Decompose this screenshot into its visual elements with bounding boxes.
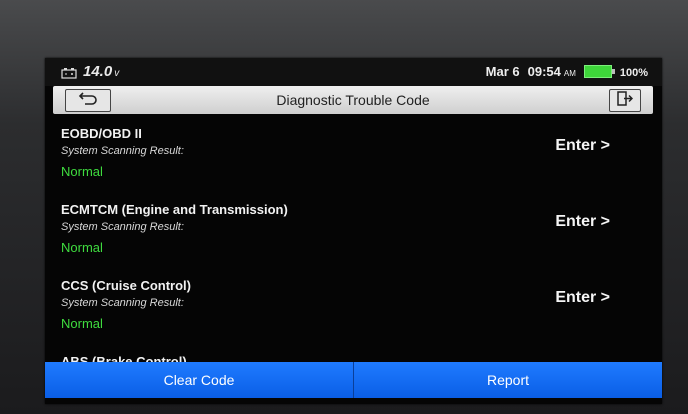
item-subtitle: System Scanning Result: <box>61 297 184 309</box>
date-text: Mar 6 <box>485 64 520 79</box>
battery-icon <box>583 65 615 78</box>
enter-button[interactable]: Enter > <box>555 137 610 155</box>
enter-button[interactable]: Enter > <box>555 289 610 307</box>
clear-code-button[interactable]: Clear Code <box>45 362 353 398</box>
exit-icon <box>617 90 634 111</box>
item-subtitle: System Scanning Result: <box>61 145 184 157</box>
item-title: CCS (Cruise Control) <box>61 278 191 293</box>
item-title: EOBD/OBD II <box>61 126 142 141</box>
bottom-action-bar: Clear Code Report <box>45 362 662 398</box>
battery-percent: 100% <box>619 67 648 79</box>
device-screen: 14.0 v Mar 6 09:54 AM 100% Diagnostic Tro… <box>45 58 662 404</box>
item-status: Normal <box>61 316 103 331</box>
system-list: EOBD/OBD II System Scanning Result: Norm… <box>45 118 662 366</box>
item-subtitle: System Scanning Result: <box>61 221 184 233</box>
time-text: 09:54 <box>527 64 561 79</box>
status-bar: 14.0 v Mar 6 09:54 AM 100% <box>45 58 662 86</box>
ampm-text: AM <box>563 69 576 78</box>
list-item-ccs[interactable]: CCS (Cruise Control) System Scanning Res… <box>45 270 662 345</box>
list-item-eobd[interactable]: EOBD/OBD II System Scanning Result: Norm… <box>45 118 662 193</box>
exit-button[interactable] <box>609 89 641 112</box>
item-title: ECMTCM (Engine and Transmission) <box>61 202 288 217</box>
report-button[interactable]: Report <box>353 362 662 398</box>
list-item-ecmtcm[interactable]: ECMTCM (Engine and Transmission) System … <box>45 194 662 269</box>
status-right: Mar 6 09:54 AM 100% <box>486 64 648 79</box>
title-bar: Diagnostic Trouble Code <box>53 86 653 114</box>
enter-button[interactable]: Enter > <box>555 213 610 231</box>
voltage-indicator: 14.0 v <box>61 63 119 80</box>
page-title: Diagnostic Trouble Code <box>276 92 430 108</box>
item-status: Normal <box>61 240 103 255</box>
car-battery-icon <box>61 66 77 79</box>
voltage-value: 14.0 v <box>83 63 120 80</box>
item-status: Normal <box>61 164 103 179</box>
